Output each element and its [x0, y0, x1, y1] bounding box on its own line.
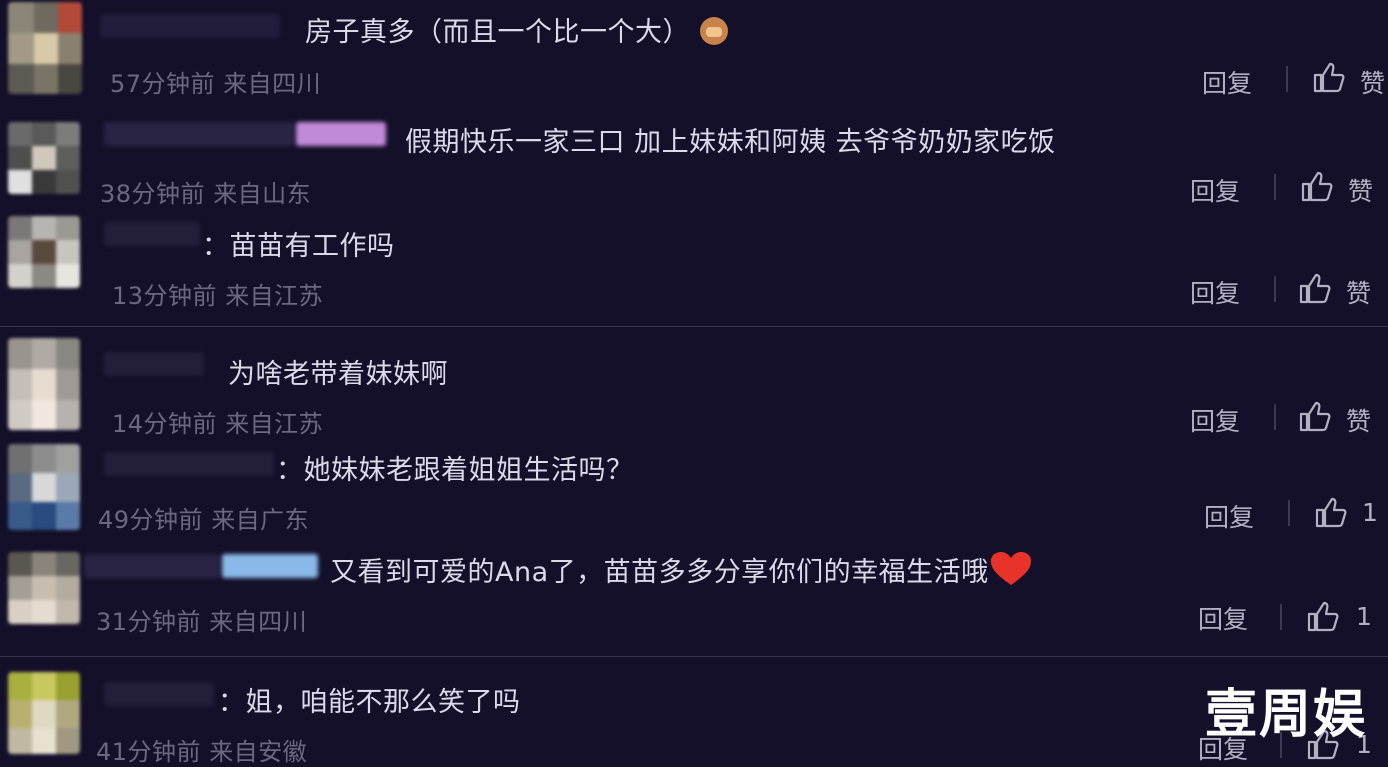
- username[interactable]: [84, 554, 220, 578]
- like-count[interactable]: 赞: [1346, 402, 1371, 438]
- heart-emoji-icon: [990, 552, 1031, 585]
- comment-meta: 49分钟前 来自广东: [98, 506, 310, 534]
- watermark-text: 壹周娱: [1205, 685, 1368, 745]
- divider: [1288, 500, 1290, 526]
- comment-meta: 13分钟前 来自江苏: [112, 282, 324, 310]
- thumbs-up-icon[interactable]: [1300, 170, 1334, 202]
- comment-text: 又看到可爱的Ana了，苗苗多多分享你们的幸福生活哦: [330, 550, 1033, 589]
- thumbs-up-icon[interactable]: [1314, 496, 1348, 528]
- thumbs-up-icon[interactable]: [1312, 61, 1346, 93]
- like-count[interactable]: 赞: [1346, 274, 1371, 310]
- thumbs-up-icon[interactable]: [1298, 272, 1332, 304]
- comment-text: 为啥老带着妹妹啊: [228, 359, 448, 390]
- username[interactable]: [104, 452, 274, 476]
- username[interactable]: [104, 682, 214, 706]
- reply-button[interactable]: 回复: [1198, 600, 1248, 636]
- divider: [1274, 174, 1276, 200]
- comment-text: ：姐，咱能不那么笑了吗: [218, 687, 521, 718]
- thumbs-up-icon[interactable]: [1306, 600, 1340, 632]
- username[interactable]: [104, 352, 204, 376]
- comment-text: 假期快乐一家三口 加上妹妹和阿姨 去爷爷奶奶家吃饭: [405, 127, 1056, 158]
- avatar[interactable]: [8, 2, 82, 94]
- avatar[interactable]: [8, 552, 80, 624]
- thumbs-up-icon[interactable]: [1298, 400, 1332, 432]
- username-tag: [222, 554, 318, 578]
- avatar[interactable]: [8, 338, 80, 430]
- comment-meta: 38分钟前 来自山东: [100, 180, 312, 208]
- divider: [1280, 604, 1282, 630]
- comment-meta: 14分钟前 来自江苏: [112, 410, 324, 438]
- reply-button[interactable]: 回复: [1190, 402, 1240, 438]
- comment-meta: 31分钟前 来自四川: [96, 608, 308, 636]
- divider: [1274, 276, 1276, 302]
- like-count[interactable]: 赞: [1348, 172, 1373, 208]
- avatar[interactable]: [8, 216, 80, 288]
- reply-button[interactable]: 回复: [1190, 172, 1240, 208]
- avatar[interactable]: [8, 122, 80, 194]
- comment-meta: 41分钟前 来自安徽: [96, 738, 308, 766]
- section-divider: [0, 656, 1388, 657]
- like-count[interactable]: 1: [1362, 498, 1378, 527]
- comment-text: 房子真多（而且一个比一个大）: [305, 10, 728, 49]
- comment-text: ：她妹妹老跟着姐姐生活吗？: [276, 455, 634, 486]
- username[interactable]: [104, 222, 200, 246]
- section-divider: [0, 326, 1388, 327]
- comment-meta: 57分钟前 来自四川: [110, 70, 322, 98]
- avatar[interactable]: [8, 444, 80, 530]
- divider: [1286, 66, 1288, 92]
- comment-text: ：苗苗有工作吗: [202, 231, 395, 262]
- divider: [1274, 404, 1276, 430]
- username[interactable]: [100, 14, 280, 38]
- username-tag: [296, 122, 386, 146]
- avatar[interactable]: [8, 672, 80, 754]
- like-count[interactable]: 1: [1356, 602, 1372, 631]
- reply-button[interactable]: 回复: [1204, 498, 1254, 534]
- reply-button[interactable]: 回复: [1202, 64, 1252, 100]
- like-count[interactable]: 赞: [1360, 64, 1385, 100]
- username[interactable]: [104, 122, 294, 146]
- monkey-emoji-icon: [700, 17, 728, 45]
- reply-button[interactable]: 回复: [1190, 274, 1240, 310]
